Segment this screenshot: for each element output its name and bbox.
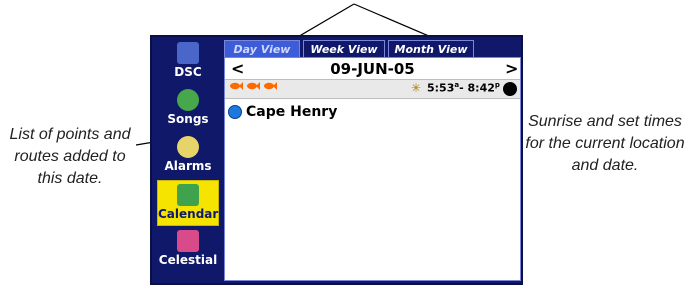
fish-icon (247, 82, 260, 90)
celestial-icon (177, 230, 199, 252)
sidebar-item-label: Calendar (158, 207, 219, 221)
songs-icon (177, 89, 199, 111)
sidebar-item-label: DSC (174, 65, 202, 79)
sidebar-item-label: Celestial (158, 253, 218, 267)
calendar-icon (177, 184, 199, 206)
sidebar-item-calendar[interactable]: Calendar (157, 180, 219, 226)
waypoint-icon (228, 105, 242, 119)
sidebar-item-celestial[interactable]: Celestial (157, 227, 219, 273)
time-separator: - (459, 81, 464, 95)
moon-phase-icon (503, 82, 517, 96)
sun-icon: ✳ (411, 81, 422, 95)
day-view-panel: < 09-JUN-05 > ✳ 5:53a- 8:42p Cape Henry (224, 57, 521, 281)
fish-icon (264, 82, 277, 90)
dsc-icon (177, 42, 199, 64)
next-day-arrow[interactable]: > (505, 59, 518, 78)
sidebar-item-label: Songs (167, 112, 209, 126)
caption-points-routes: List of points and routes added to this … (9, 126, 131, 187)
sidebar-item-dsc[interactable]: DSC (157, 39, 219, 85)
caption-sunrise-set: Sunrise and set times for the current lo… (525, 113, 685, 174)
tab-week-view[interactable]: Week View (303, 40, 385, 57)
sidebar-item-alarms[interactable]: Alarms (157, 133, 219, 179)
current-date: 09-JUN-05 (330, 60, 415, 78)
sidebar-item-label: Alarms (164, 159, 212, 173)
device-screen: DSC Songs Alarms Calendar Celestial Day … (150, 35, 523, 285)
tab-day-view[interactable]: Day View (224, 40, 300, 57)
sun-info-bar: ✳ 5:53a- 8:42p (225, 79, 520, 99)
alarm-clock-icon (177, 136, 199, 158)
sunrise-time: 5:53 (427, 81, 455, 95)
sun-times: 5:53a- 8:42p (427, 81, 500, 95)
sunset-time: 8:42 (467, 81, 495, 95)
tab-month-view[interactable]: Month View (388, 40, 474, 57)
sunset-suffix: p (494, 81, 500, 89)
sidebar-item-songs[interactable]: Songs (157, 86, 219, 132)
sidebar: DSC Songs Alarms Calendar Celestial (154, 39, 222, 283)
date-bar: < 09-JUN-05 > (225, 58, 520, 78)
entry-name: Cape Henry (246, 104, 338, 120)
fish-icon (230, 82, 243, 90)
